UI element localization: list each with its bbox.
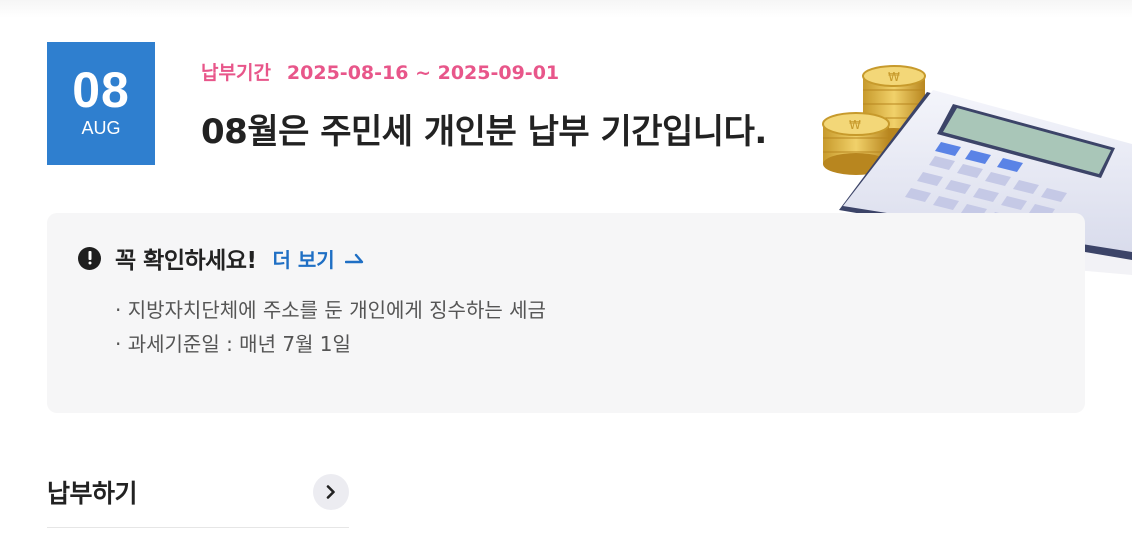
top-shadow [0, 0, 1132, 18]
notice-box: 꼭 확인하세요! 더 보기 지방자치단체에 주소를 둔 개인에게 징수하는 세금… [47, 213, 1085, 413]
list-item: 지방자치단체에 주소를 둔 개인에게 징수하는 세금 [115, 293, 546, 327]
payment-period-range: 2025-08-16 ~ 2025-09-01 [286, 62, 560, 84]
pay-title: 납부하기 [47, 479, 138, 508]
payment-period-label: 납부기간 [201, 62, 271, 84]
svg-text:₩: ₩ [888, 70, 900, 84]
date-badge: 08 AUG [47, 42, 155, 165]
payment-period: 납부기간 2025-08-16 ~ 2025-09-01 [201, 58, 559, 84]
notice-list: 지방자치단체에 주소를 둔 개인에게 징수하는 세금 과세기준일 : 매년 7월… [115, 293, 546, 361]
list-item: 과세기준일 : 매년 7월 1일 [115, 327, 546, 361]
chevron-right-icon [326, 485, 335, 499]
pay-button[interactable] [313, 474, 349, 510]
pay-row[interactable]: 납부하기 [47, 470, 349, 528]
more-link-label: 더 보기 [272, 247, 335, 272]
arrow-right-icon [344, 253, 363, 264]
date-month: AUG [81, 118, 121, 138]
svg-text:₩: ₩ [849, 118, 861, 132]
notice-title: 꼭 확인하세요! [115, 248, 257, 274]
date-day: 08 [72, 62, 130, 118]
exclamation-circle-icon [78, 246, 101, 270]
more-link[interactable]: 더 보기 [272, 244, 364, 273]
notice-header: 꼭 확인하세요! 더 보기 [78, 243, 365, 274]
page-headline: 08월은 주민세 개인분 납부 기간입니다. [201, 112, 767, 152]
